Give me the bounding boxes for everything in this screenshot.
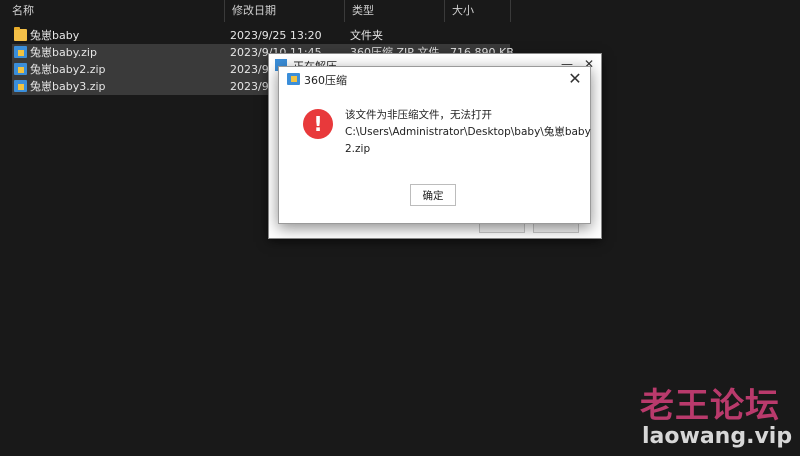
dialog-titlebar: 360压缩 ✕ xyxy=(279,67,590,93)
file-name: 兔崽baby3.zip xyxy=(30,80,106,93)
column-header-size[interactable]: 大小 xyxy=(444,0,510,22)
watermark-text-en: laowang.vip xyxy=(642,424,793,449)
file-modified: 2023/9/ xyxy=(230,80,273,93)
error-message-line: 该文件为非压缩文件，无法打开 xyxy=(345,109,492,121)
column-separator[interactable] xyxy=(510,0,511,22)
column-header-modified[interactable]: 修改日期 xyxy=(224,0,344,22)
dialog-close-button[interactable]: ✕ xyxy=(564,69,586,89)
file-name: 兔崽baby xyxy=(30,29,80,42)
zip-archive-icon xyxy=(14,46,27,58)
error-message-line: C:\Users\Administrator\Desktop\baby\兔崽ba… xyxy=(345,126,591,138)
error-message-line: 2.zip xyxy=(345,143,371,155)
file-modified: 2023/9/25 13:20 xyxy=(230,29,322,42)
zip-archive-icon xyxy=(14,80,27,92)
zip-archive-icon xyxy=(14,63,27,75)
file-list-header: 名称 ⌃ 修改日期 类型 大小 xyxy=(0,0,512,22)
column-header-type[interactable]: 类型 xyxy=(344,0,444,22)
watermark-text-cn: 老王论坛 xyxy=(640,386,780,426)
error-dialog: 360压缩 ✕ ! 该文件为非压缩文件，无法打开 C:\Users\Admini… xyxy=(278,66,591,224)
file-name: 兔崽baby2.zip xyxy=(30,63,106,76)
dialog-title: 360压缩 xyxy=(304,74,347,87)
error-message: 该文件为非压缩文件，无法打开 C:\Users\Administrator\De… xyxy=(345,107,591,158)
file-row[interactable]: 兔崽baby 2023/9/25 13:20 文件夹 xyxy=(12,27,510,44)
sort-up-icon: ⌃ xyxy=(112,0,121,7)
error-icon: ! xyxy=(303,109,333,139)
folder-icon xyxy=(14,27,27,41)
app-360zip-icon xyxy=(287,73,300,85)
file-modified: 2023/9/ xyxy=(230,63,273,76)
file-name: 兔崽baby.zip xyxy=(30,46,97,59)
file-type: 文件夹 xyxy=(350,29,383,42)
ok-button[interactable]: 确定 xyxy=(410,184,456,206)
